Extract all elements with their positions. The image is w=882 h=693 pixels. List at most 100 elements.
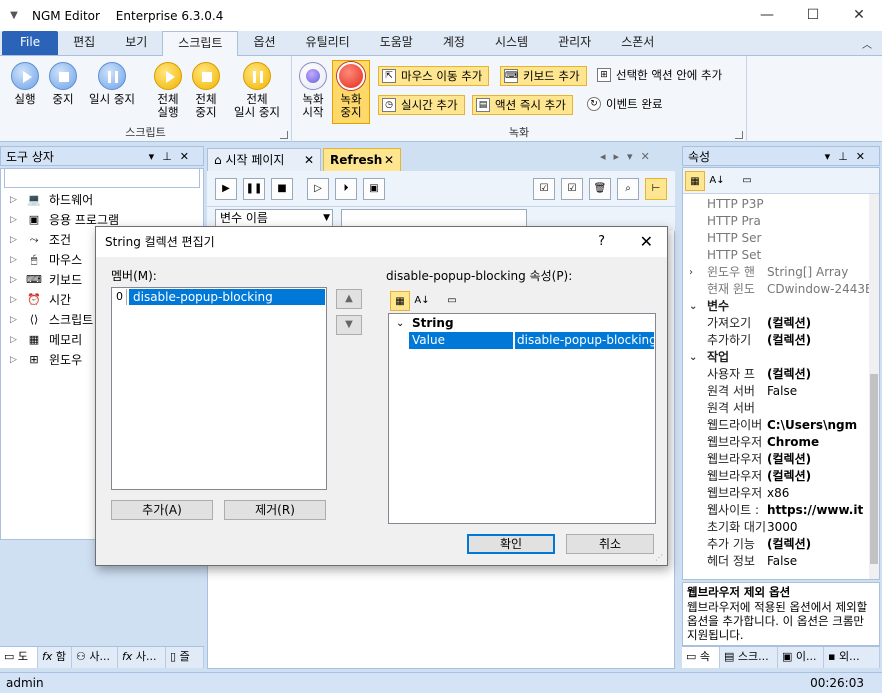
pause-icon[interactable]: ❚❚ [243,178,265,200]
property-value[interactable]: 3000 [767,519,871,536]
property-value[interactable]: (컬렉션) [767,468,871,485]
property-category[interactable]: ⌄ 변수 [683,298,871,315]
property-row[interactable]: 웹드라이버 C:\Users\ngm [683,417,871,434]
property-row[interactable]: HTTP Ser [683,230,871,247]
tree-item-mouse[interactable]: ▷ 🖱 마우스 [10,250,82,270]
ok-button[interactable]: 확인 [467,534,555,554]
stop-button[interactable]: 중지 [46,62,80,106]
cancel-button[interactable]: 취소 [566,534,654,554]
run-button[interactable]: 실행 [8,62,42,106]
tree-item-time[interactable]: ▷ ⏰ 시간 [10,290,71,310]
move-up-button[interactable]: ▲ [336,289,362,309]
property-row[interactable]: 추가 기능 (컬렉션) [683,536,871,553]
properties-panel-controls[interactable]: ▾⊥✕ [825,147,873,167]
play-from-icon[interactable]: ▷ [307,178,329,200]
step-icon[interactable]: ▣ [363,178,385,200]
tab-image[interactable]: ▣ 이... [778,647,824,668]
property-row[interactable]: › 윈도우 핸 String[] Array [683,264,871,281]
check-icon[interactable]: ☑ [561,178,583,200]
add-keyboard-button[interactable]: ⌨ 키보드 추가 [500,66,587,86]
minimize-button[interactable]: — [744,0,790,31]
tab-functions[interactable]: fx 함 [38,647,72,668]
property-value[interactable]: False [767,553,871,570]
close-tab-icon[interactable]: ✕ [384,149,394,171]
event-complete-button[interactable]: ↻ 이벤트 완료 [584,95,669,115]
property-row[interactable]: HTTP Set [683,247,871,264]
property-row[interactable]: 웹사이트 : https://www.it [683,502,871,519]
property-value[interactable]: (컬렉션) [767,332,871,349]
tab-user-1[interactable]: ⚇ 사... [72,647,118,668]
tab-file[interactable]: File [2,31,59,55]
add-realtime-button[interactable]: ◷ 실시간 추가 [378,95,465,115]
sort-az-icon[interactable]: A↓ [707,171,727,191]
property-row[interactable]: 헤더 정보 False [683,553,871,570]
categorized-icon[interactable]: ▦ [390,291,410,311]
tree-view-icon[interactable]: ⊢ [645,178,667,200]
run-all-button[interactable]: 전체 실행 [150,62,186,119]
tab-favorites[interactable]: ▯ 즐 [166,647,204,668]
pause-button[interactable]: 일시 중지 [84,62,140,106]
resize-grip-icon[interactable]: ⋰ [655,553,665,563]
tab-help[interactable]: 도움말 [365,31,428,55]
property-value[interactable]: C:\Users\ngm [767,417,871,434]
property-row[interactable]: 원격 서버 [683,400,871,417]
dialog-launcher-icon[interactable] [280,131,288,139]
variable-value-input[interactable] [341,209,527,227]
property-row[interactable]: HTTP P3P [683,196,871,213]
property-value[interactable]: String[] Array [767,264,871,281]
property-row[interactable]: 웹브라우저 (컬렉션) [683,468,871,485]
tab-script-panel[interactable]: ▤ 스크... [720,647,778,668]
delete-icon[interactable]: 🗑 [589,178,611,200]
variable-select[interactable]: 변수 이름 ▼ [215,209,333,227]
property-category[interactable]: ⌄ 작업 [683,349,871,366]
dialog-close-button[interactable]: ✕ [640,227,653,257]
tab-user-functions[interactable]: fx 사... [118,647,166,668]
tree-item-keyboard[interactable]: ▷ ⌨ 키보드 [10,270,82,290]
tab-admin[interactable]: 관리자 [543,31,606,55]
properties-scrollbar[interactable] [869,194,879,579]
property-row[interactable]: 웹브라우저 Chrome [683,434,871,451]
property-row[interactable]: 원격 서버 False [683,383,871,400]
add-instant-action-button[interactable]: ▤ 액션 즉시 추가 [472,95,573,115]
property-row[interactable]: HTTP Pra [683,213,871,230]
members-list[interactable]: 0 disable-popup-blocking [111,287,327,490]
property-value[interactable]: False [767,383,871,400]
tree-item-hardware[interactable]: ▷ 💻 하드웨어 [10,190,93,210]
property-row[interactable]: 초기화 대기 3000 [683,519,871,536]
property-value[interactable]: https://www.it [767,502,871,519]
move-down-button[interactable]: ▼ [336,315,362,335]
record-start-button[interactable]: 녹화 시작 [296,62,330,119]
property-pages-icon[interactable]: ▭ [442,291,462,311]
record-stop-button[interactable]: 녹화 중지 [334,62,368,119]
tree-item-condition[interactable]: ▷ ⤳ 조건 [10,230,71,250]
collapse-ribbon-icon[interactable]: ︿ [860,36,874,51]
property-row[interactable]: 가져오기 (컬렉션) [683,315,871,332]
property-row[interactable]: 추가하기 (컬렉션) [683,332,871,349]
property-row[interactable]: 현재 윈도 CDwindow-2443E [683,281,871,298]
property-value[interactable]: (컬렉션) [767,315,871,332]
chevron-down-icon[interactable]: ⌄ [689,298,697,315]
tab-edit[interactable]: 편집 [58,31,110,55]
stop-icon[interactable]: ■ [271,178,293,200]
tab-refresh[interactable]: Refresh ✕ [323,148,401,171]
property-value[interactable]: Chrome [767,434,871,451]
maximize-button[interactable]: ☐ [790,0,836,31]
close-tab-icon[interactable]: ✕ [304,149,314,171]
property-value[interactable]: (컬렉션) [767,366,871,383]
property-value[interactable]: (컬렉션) [767,536,871,553]
tab-external[interactable]: ▪ 외... [824,647,880,668]
tab-toolbox[interactable]: ▭ 도 [0,647,38,668]
categorized-icon[interactable]: ▦ [685,171,705,191]
tab-system[interactable]: 시스템 [480,31,543,55]
property-row[interactable]: 웹브라우저 (컬렉션) [683,451,871,468]
property-row[interactable]: 웹브라우저 x86 [683,485,871,502]
stop-all-button[interactable]: 전체 중지 [188,62,224,119]
tab-start-page[interactable]: ⌂ 시작 페이지 ✕ [207,148,321,171]
chevron-right-icon[interactable]: › [689,264,693,281]
document-nav-controls[interactable]: ◂▸▾✕ [600,150,658,163]
add-in-selected-action-button[interactable]: ⊞ 선택한 액션 안에 추가 [594,66,728,86]
help-button[interactable]: ? [598,227,605,257]
sort-az-icon[interactable]: A↓ [412,291,432,311]
tree-item-memory[interactable]: ▷ ▦ 메모리 [10,330,82,350]
property-value[interactable]: (컬렉션) [767,451,871,468]
